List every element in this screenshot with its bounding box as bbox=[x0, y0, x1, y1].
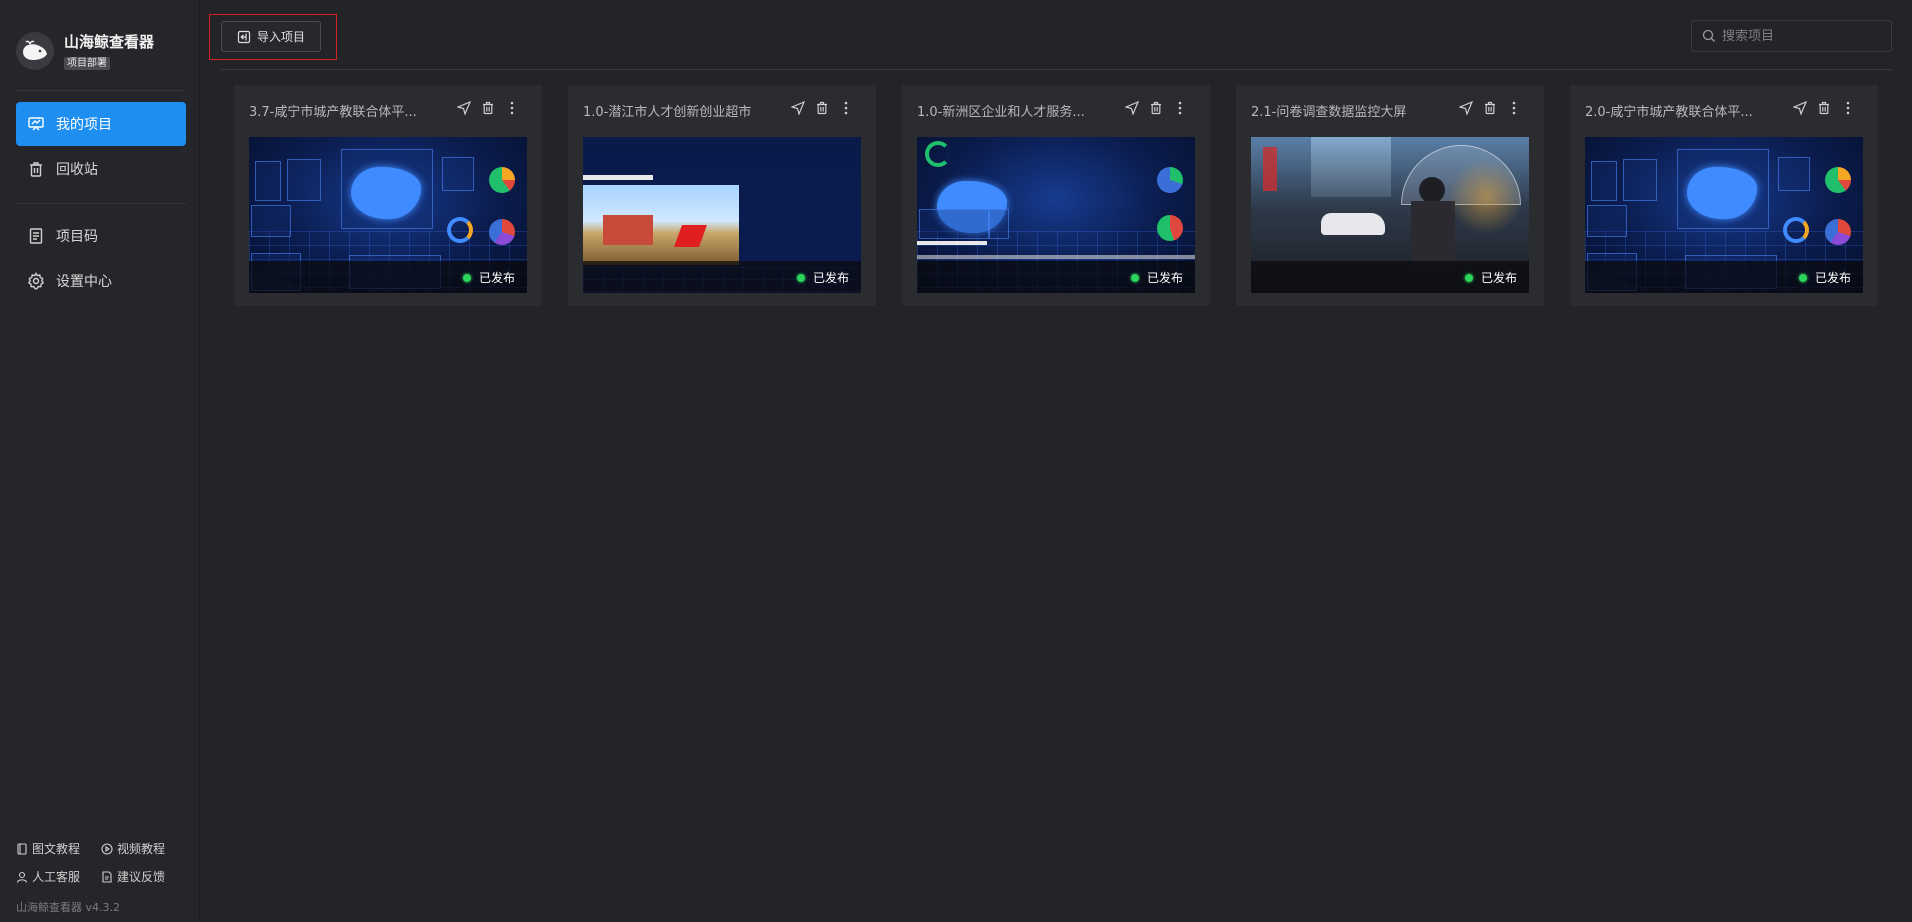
project-card[interactable]: 2.0-咸宁市城产教联合体平... 已发布 bbox=[1570, 85, 1878, 306]
graphic-tutorial-link[interactable]: 图文教程 bbox=[16, 840, 80, 857]
project-thumbnail[interactable]: 已发布 bbox=[583, 137, 861, 293]
send-icon[interactable] bbox=[1124, 100, 1140, 116]
app-version: 山海鲸查看器 v4.3.2 bbox=[16, 901, 120, 914]
more-icon[interactable] bbox=[838, 100, 854, 116]
whale-logo-icon bbox=[16, 32, 54, 70]
user-icon bbox=[16, 871, 28, 883]
status-dot-icon bbox=[1130, 273, 1139, 282]
sidebar-item-recycle-bin[interactable]: 回收站 bbox=[16, 147, 186, 191]
project-thumbnail[interactable]: 已发布 bbox=[249, 137, 527, 293]
status-badge: 已发布 bbox=[796, 269, 849, 286]
project-card[interactable]: 1.0-新洲区企业和人才服务... 已发布 bbox=[902, 85, 1210, 306]
status-dot-icon bbox=[462, 273, 471, 282]
brand: 山海鲸查看器 项目部署 bbox=[16, 31, 154, 71]
customer-service-link[interactable]: 人工客服 bbox=[16, 868, 80, 885]
more-icon[interactable] bbox=[504, 100, 520, 116]
import-icon bbox=[237, 30, 251, 43]
delete-icon[interactable] bbox=[1482, 100, 1498, 116]
more-icon[interactable] bbox=[1840, 100, 1856, 116]
status-dot-icon bbox=[1798, 273, 1807, 282]
status-bar: 已发布 bbox=[917, 261, 1195, 293]
status-bar: 已发布 bbox=[1585, 261, 1863, 293]
delete-icon[interactable] bbox=[1816, 100, 1832, 116]
search-icon bbox=[1702, 29, 1715, 42]
status-dot-icon bbox=[796, 273, 805, 282]
project-card[interactable]: 3.7-咸宁市城产教联合体平... 已发布 bbox=[234, 85, 542, 306]
delete-icon[interactable] bbox=[480, 100, 496, 116]
import-project-label: 导入项目 bbox=[256, 30, 305, 44]
status-badge: 已发布 bbox=[462, 269, 515, 286]
send-icon[interactable] bbox=[1792, 100, 1808, 116]
sidebar-item-label: 回收站 bbox=[56, 162, 98, 178]
video-tutorial-link[interactable]: 视频教程 bbox=[101, 840, 165, 857]
header-divider bbox=[221, 69, 1892, 70]
project-thumbnail[interactable]: 已发布 bbox=[917, 137, 1195, 293]
status-bar: 已发布 bbox=[1251, 261, 1529, 293]
more-icon[interactable] bbox=[1506, 100, 1522, 116]
send-icon[interactable] bbox=[1458, 100, 1474, 116]
project-title: 1.0-新洲区企业和人才服务... bbox=[917, 105, 1085, 120]
import-project-button[interactable]: 导入项目 bbox=[221, 21, 321, 52]
sidebar-item-project-code[interactable]: 项目码 bbox=[16, 214, 186, 258]
delete-icon[interactable] bbox=[814, 100, 830, 116]
sidebar-item-label: 我的项目 bbox=[56, 117, 112, 133]
search-box[interactable] bbox=[1691, 20, 1892, 52]
project-thumbnail[interactable]: 已发布 bbox=[1585, 137, 1863, 293]
project-card[interactable]: 1.0-潜江市人才创新创业超市 已发布 bbox=[568, 85, 876, 306]
play-circle-icon bbox=[101, 842, 113, 855]
sidebar: 山海鲸查看器 项目部署 我的项目 回收站 项目码 设置中心 图文教程 视频教程 … bbox=[0, 0, 200, 922]
more-icon[interactable] bbox=[1172, 100, 1188, 116]
app-badge: 项目部署 bbox=[64, 56, 110, 70]
gear-icon bbox=[27, 272, 45, 290]
project-title: 2.1-问卷调查数据监控大屏 bbox=[1251, 105, 1407, 120]
search-input[interactable] bbox=[1722, 28, 1882, 44]
send-icon[interactable] bbox=[456, 100, 472, 116]
divider bbox=[16, 203, 186, 204]
edit-document-icon bbox=[102, 870, 112, 883]
trash-icon bbox=[27, 160, 45, 178]
status-bar: 已发布 bbox=[249, 261, 527, 293]
sidebar-item-label: 项目码 bbox=[56, 229, 98, 245]
divider bbox=[16, 90, 186, 91]
status-dot-icon bbox=[1464, 273, 1473, 282]
feedback-link[interactable]: 建议反馈 bbox=[101, 868, 165, 885]
sidebar-item-settings[interactable]: 设置中心 bbox=[16, 259, 186, 303]
document-code-icon bbox=[27, 227, 45, 245]
project-thumbnail[interactable]: 已发布 bbox=[1251, 137, 1529, 293]
status-badge: 已发布 bbox=[1798, 269, 1851, 286]
status-badge: 已发布 bbox=[1464, 269, 1517, 286]
project-title: 1.0-潜江市人才创新创业超市 bbox=[583, 105, 752, 120]
book-icon bbox=[17, 842, 27, 855]
project-title: 3.7-咸宁市城产教联合体平... bbox=[249, 105, 417, 120]
delete-icon[interactable] bbox=[1148, 100, 1164, 116]
project-card[interactable]: 2.1-问卷调查数据监控大屏 已发布 bbox=[1236, 85, 1544, 306]
send-icon[interactable] bbox=[790, 100, 806, 116]
status-badge: 已发布 bbox=[1130, 269, 1183, 286]
project-title: 2.0-咸宁市城产教联合体平... bbox=[1585, 105, 1753, 120]
sidebar-item-my-projects[interactable]: 我的项目 bbox=[16, 102, 186, 146]
status-bar: 已发布 bbox=[583, 261, 861, 293]
project-board-icon bbox=[27, 115, 45, 133]
app-title: 山海鲸查看器 bbox=[64, 32, 155, 51]
sidebar-item-label: 设置中心 bbox=[56, 274, 112, 290]
